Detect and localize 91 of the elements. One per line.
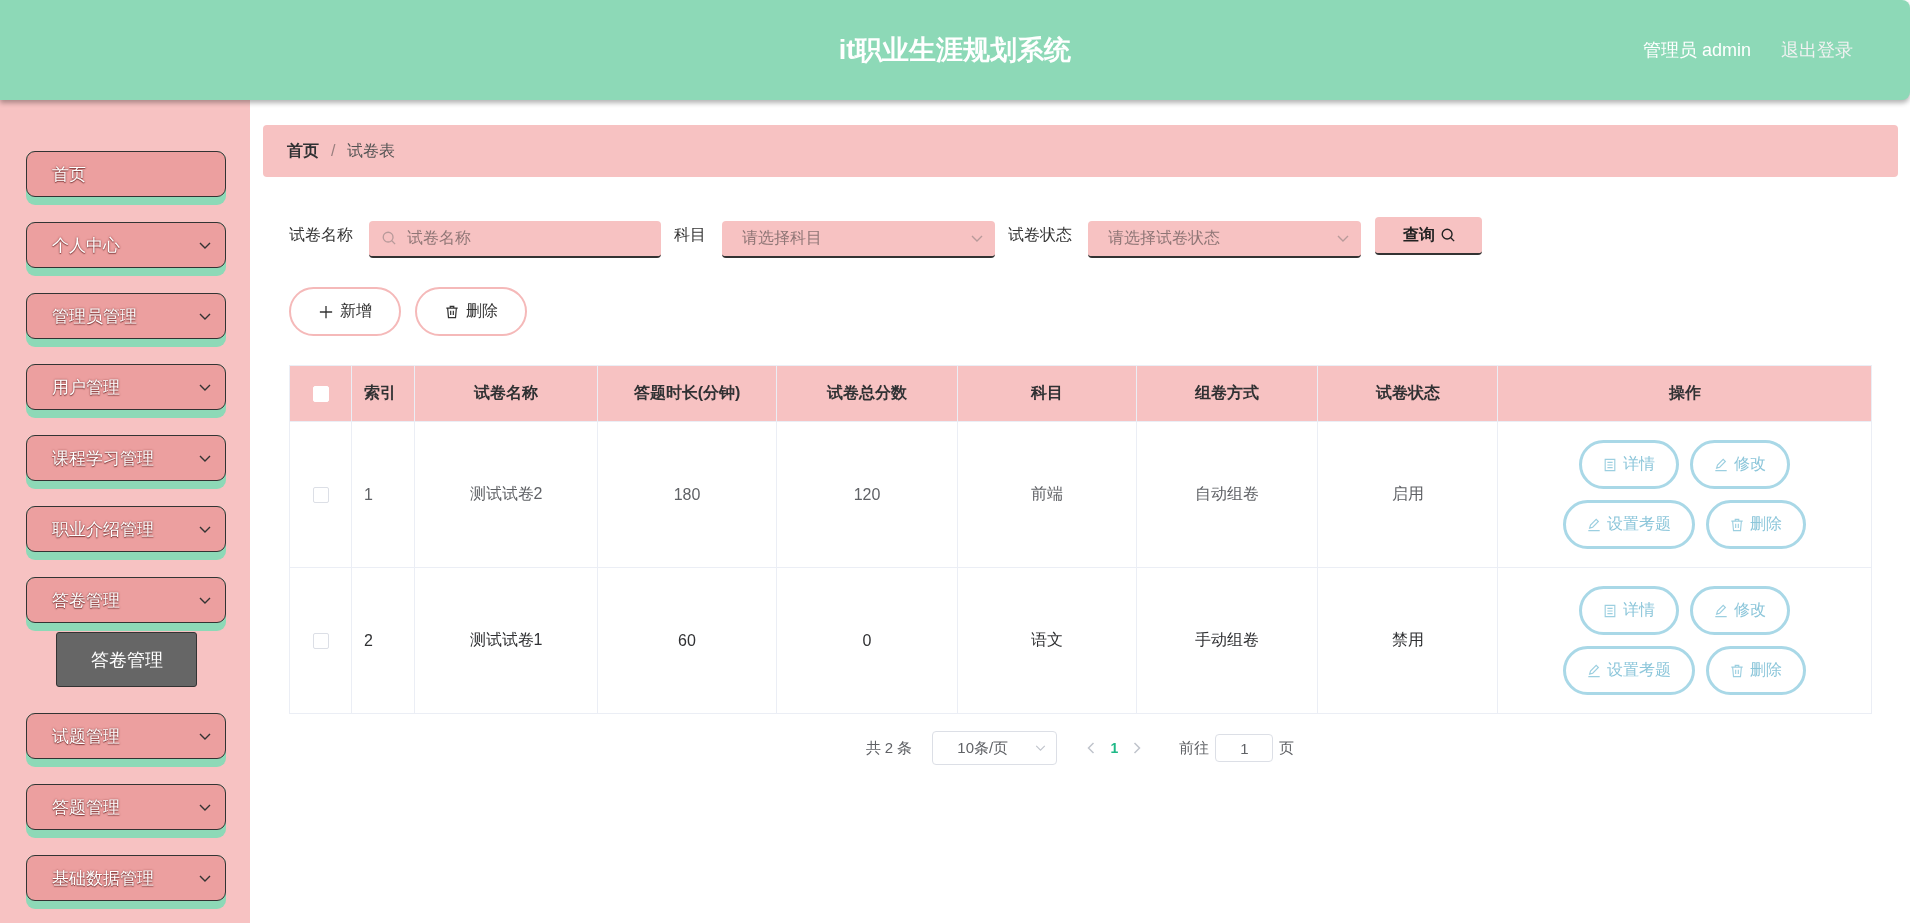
delete-button[interactable]: 删除 [415, 287, 527, 336]
page-suffix: 页 [1279, 738, 1295, 758]
search-field[interactable]: 试卷名称 [369, 220, 661, 258]
menu-item[interactable]: 职业介绍管理 [26, 506, 226, 560]
chevron-down-icon [199, 454, 211, 462]
set-questions-button[interactable]: 设置考题 [1563, 646, 1695, 695]
trash-icon [444, 304, 459, 319]
chevron-down-icon [1035, 745, 1047, 751]
table-cell: 启用 [1317, 421, 1498, 568]
column-header: 试卷总分数 [776, 365, 958, 422]
set-questions-button[interactable]: 设置考题 [1563, 500, 1695, 549]
table-cell: 前端 [957, 421, 1137, 568]
breadcrumb-separator: / [331, 142, 336, 160]
plus-icon [318, 304, 333, 319]
column-header: 组卷方式 [1136, 365, 1318, 422]
total-count: 共 2 条 [865, 738, 913, 758]
trash-icon [1730, 517, 1744, 532]
table-cell: 2 [351, 567, 415, 714]
chevron-down-icon [199, 596, 211, 604]
pencil-icon [1714, 603, 1728, 618]
table-cell: 测试试卷1 [414, 567, 598, 714]
page-size-select[interactable]: 10条/页 [932, 731, 1058, 765]
column-header: 答题时长(分钟) [597, 365, 777, 422]
column-header: 操作 [1497, 365, 1872, 422]
add-button[interactable]: 新增 [289, 287, 401, 336]
goto-label: 前往 [1179, 738, 1210, 758]
table-cell: 自动组卷 [1136, 421, 1318, 568]
row-checkbox[interactable] [312, 633, 329, 650]
column-header: 试卷名称 [414, 365, 598, 422]
row-checkbox[interactable] [312, 487, 329, 504]
menu-item[interactable]: 课程学习管理 [26, 435, 226, 489]
pencil-icon [1714, 457, 1728, 472]
document-icon [1603, 603, 1617, 618]
select-field[interactable]: 请选择科目 [722, 220, 995, 258]
table-cell: 120 [776, 421, 958, 568]
chevron-down-icon [199, 732, 211, 740]
menu-item[interactable]: 个人中心 [26, 222, 226, 276]
menu-item[interactable]: 答题管理 [26, 784, 226, 838]
menu-item[interactable]: 答卷管理 [26, 577, 226, 631]
table-cell: 180 [597, 421, 777, 568]
delete-button[interactable]: 删除 [1706, 500, 1806, 549]
chevron-left-icon[interactable] [1087, 742, 1096, 754]
chevron-down-icon [199, 383, 211, 391]
menu-item[interactable]: 首页 [26, 151, 226, 205]
filter-label: 试卷名称 [289, 224, 353, 245]
table-cell: 测试试卷2 [414, 421, 598, 568]
menu-item[interactable]: 用户管理 [26, 364, 226, 418]
table-cell: 0 [776, 567, 958, 714]
user-label: 管理员 admin [1642, 39, 1751, 62]
trash-icon [1730, 663, 1744, 678]
edit-button[interactable]: 修改 [1690, 440, 1790, 489]
select-field[interactable]: 请选择试卷状态 [1088, 220, 1361, 258]
detail-button[interactable]: 详情 [1579, 586, 1679, 635]
breadcrumb-link[interactable]: 首页 [287, 140, 319, 162]
chevron-down-icon [1337, 234, 1349, 242]
document-icon [1603, 457, 1617, 472]
column-header: 科目 [957, 365, 1137, 422]
column-header: 索引 [351, 365, 415, 422]
menu-item[interactable]: 试题管理 [26, 713, 226, 767]
table-cell: 语文 [957, 567, 1137, 714]
page-input-field[interactable]: 1 [1215, 734, 1274, 762]
pencil-icon [1587, 517, 1601, 532]
chevron-down-icon [199, 312, 211, 320]
search-icon [382, 231, 396, 245]
filter-label: 科目 [674, 224, 706, 245]
chevron-down-icon [199, 525, 211, 533]
chevron-down-icon [199, 803, 211, 811]
table-cell: 禁用 [1317, 567, 1498, 714]
breadcrumb-link[interactable]: 试卷表 [347, 140, 396, 162]
chevron-down-icon [199, 241, 211, 249]
menu-item[interactable]: 基础数据管理 [26, 855, 226, 909]
menu-item[interactable]: 管理员管理 [26, 293, 226, 347]
chevron-down-icon [971, 234, 983, 242]
delete-button[interactable]: 删除 [1706, 646, 1806, 695]
search-button[interactable]: 查询 [1375, 217, 1482, 255]
column-header: 试卷状态 [1317, 365, 1498, 422]
page-number[interactable]: 1 [1099, 740, 1130, 756]
pencil-icon [1587, 663, 1601, 678]
detail-button[interactable]: 详情 [1579, 440, 1679, 489]
table-cell: 1 [351, 421, 415, 568]
table-cell: 60 [597, 567, 777, 714]
filter-label: 试卷状态 [1008, 224, 1072, 245]
app-title: it职业生涯规划系统 [838, 34, 1072, 67]
table-cell: 手动组卷 [1136, 567, 1318, 714]
chevron-right-icon[interactable] [1133, 742, 1142, 754]
chevron-down-icon [199, 874, 211, 882]
select-all-checkbox[interactable] [312, 386, 329, 403]
search-icon [1440, 228, 1455, 242]
submenu-item[interactable]: 答卷管理 [56, 632, 197, 687]
logout-link[interactable]: 退出登录 [1781, 38, 1853, 62]
edit-button[interactable]: 修改 [1690, 586, 1790, 635]
